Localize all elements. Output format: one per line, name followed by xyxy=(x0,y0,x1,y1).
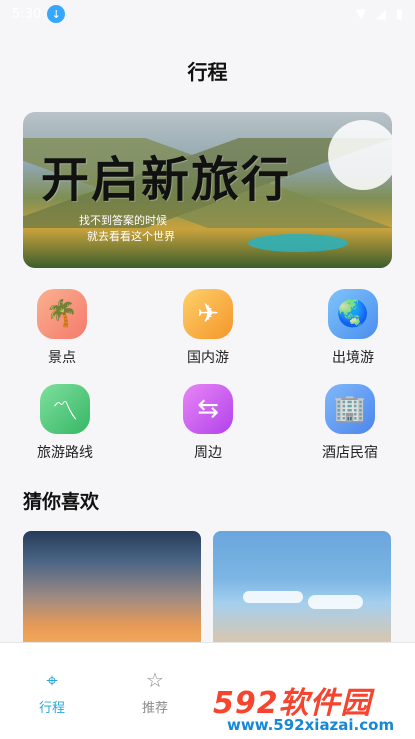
section-title: 猜你喜欢 xyxy=(23,491,100,513)
bookmark-star-icon: ☆ xyxy=(146,668,164,692)
category-nearby[interactable]: ⇆ 周边 xyxy=(158,384,258,462)
nav-item-trips[interactable]: ⌖ 行程 xyxy=(17,643,87,716)
category-label: 出境游 xyxy=(332,350,374,366)
banner-lake xyxy=(248,234,348,252)
nav-label: 推荐 xyxy=(141,701,168,716)
banner-headline: 开启新旅行 xyxy=(41,152,292,208)
palm-tree-icon: 🌴 xyxy=(37,289,87,339)
category-label: 旅游路线 xyxy=(37,445,93,461)
banner-subtitle-2: 就去看看这个世界 xyxy=(87,230,175,243)
category-label: 酒店民宿 xyxy=(322,445,378,461)
route-icon: 〽 xyxy=(40,384,90,434)
category-label: 景点 xyxy=(48,350,76,366)
banner[interactable]: 开启新旅行 找不到答案的时候 就去看看这个世界 xyxy=(23,112,392,268)
wifi-icon: ▼ xyxy=(355,6,366,22)
banner-subtitle-1: 找不到答案的时候 xyxy=(79,214,167,227)
signpost-icon: ⇆ xyxy=(183,384,233,434)
signal-icon: ◢ xyxy=(375,6,386,22)
paper-plane-icon: ✈ xyxy=(183,289,233,339)
nav-label: 行程 xyxy=(38,701,65,716)
recommend-card-sunset[interactable] xyxy=(23,531,201,651)
category-routes[interactable]: 〽 旅游路线 xyxy=(15,384,115,462)
status-right: ▼ ◢ ▮ xyxy=(356,7,403,22)
building-icon: 🏢 xyxy=(325,384,375,434)
page-title: 行程 xyxy=(187,60,228,84)
globe-icon: 🌏 xyxy=(328,289,378,339)
download-icon: ↓ xyxy=(47,5,66,23)
category-scenic[interactable]: 🌴 景点 xyxy=(12,289,112,367)
cloud xyxy=(308,595,363,609)
nav-item-recommend[interactable]: ☆ 推荐 xyxy=(120,643,190,716)
category-hotels[interactable]: 🏢 酒店民宿 xyxy=(300,384,400,462)
watermark-url: www.592xiazai.com xyxy=(227,716,395,734)
category-domestic[interactable]: ✈ 国内游 xyxy=(158,289,258,367)
cloud xyxy=(243,591,303,603)
clock: 5:30 xyxy=(12,6,42,22)
category-label: 周边 xyxy=(194,445,222,461)
watermark-logo: 592软件园 www.592xiazai.com xyxy=(207,674,415,738)
airplane-window-image xyxy=(328,120,392,190)
status-left: 5:30 ↓ xyxy=(12,5,66,23)
status-bar: 5:30 ↓ ▼ ◢ ▮ xyxy=(0,0,415,28)
recommend-card-sky[interactable] xyxy=(213,531,391,651)
category-outbound[interactable]: 🌏 出境游 xyxy=(303,289,403,367)
category-label: 国内游 xyxy=(187,350,229,366)
battery-icon: ▮ xyxy=(395,6,403,22)
location-pin-icon: ⌖ xyxy=(46,668,58,692)
